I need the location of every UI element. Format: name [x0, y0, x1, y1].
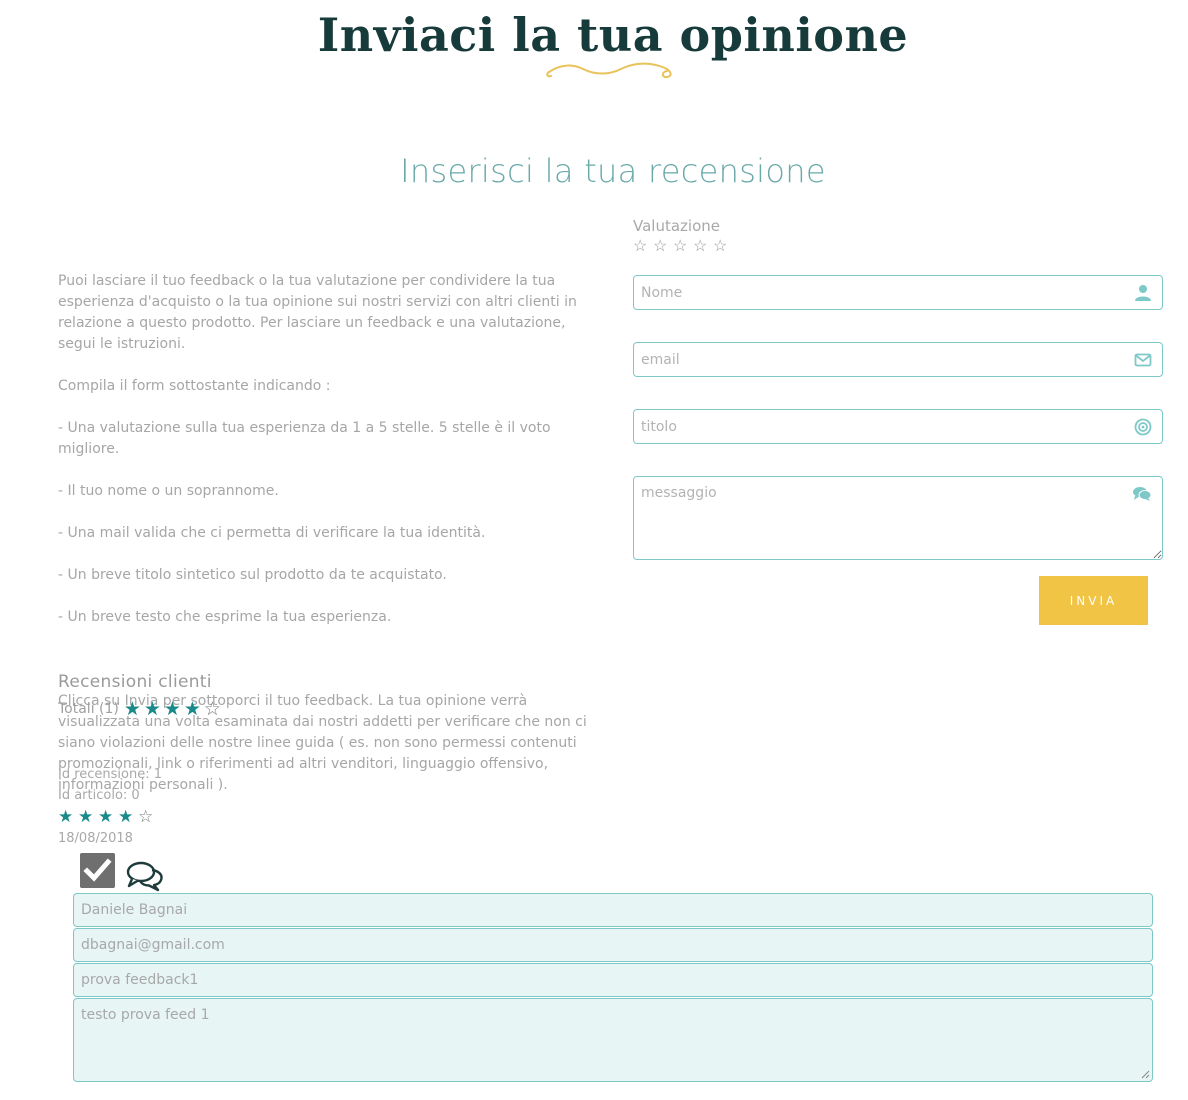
review-text: testo prova feed 1	[81, 1007, 210, 1023]
review-email-field[interactable]: dbagnai@gmail.com	[73, 928, 1153, 962]
instruction-item: - Una mail valida che ci permetta di ver…	[58, 525, 486, 541]
title-field[interactable]	[633, 409, 1163, 444]
reviews-title: Recensioni clienti	[58, 672, 212, 692]
article-id: Id articolo: 0	[58, 788, 140, 803]
email-input[interactable]	[634, 343, 1162, 376]
instruction-item: - Il tuo nome o un soprannome.	[58, 483, 279, 499]
instructions-paragraph: Puoi lasciare il tuo feedback o la tua v…	[58, 273, 577, 352]
instruction-item: - Una valutazione sulla tua esperienza d…	[58, 420, 551, 457]
rating-star-3[interactable]: ☆	[673, 237, 689, 257]
review-text-field[interactable]: testo prova feed 1	[73, 998, 1153, 1082]
review-rating-stars: ★ ★ ★ ★ ☆	[58, 807, 156, 827]
star-filled-icon: ★	[123, 698, 141, 720]
section-title: Inserisci la tua recensione	[400, 152, 826, 190]
user-icon	[1135, 285, 1151, 301]
rating-star-5[interactable]: ☆	[713, 237, 729, 257]
page-title: Inviaci la tua opinione	[317, 8, 909, 62]
star-filled-icon: ★	[78, 807, 94, 826]
star-filled-icon: ★	[58, 807, 74, 826]
rating-star-4[interactable]: ☆	[693, 237, 709, 257]
star-empty-icon: ☆	[203, 698, 221, 720]
message-field[interactable]	[633, 476, 1163, 560]
rating-star-2[interactable]: ☆	[653, 237, 669, 257]
name-field[interactable]	[633, 275, 1163, 310]
message-input[interactable]	[634, 477, 1162, 559]
flourish-divider	[546, 62, 672, 79]
review-date: 18/08/2018	[58, 831, 133, 846]
average-rating-stars: ★ ★ ★ ★ ☆	[124, 699, 222, 719]
target-icon	[1134, 418, 1152, 436]
rating-star-1[interactable]: ☆	[633, 237, 649, 257]
title-input[interactable]	[634, 410, 1162, 443]
star-filled-icon: ★	[118, 807, 134, 826]
review-id: Id recensione: 1	[58, 767, 163, 782]
star-filled-icon: ★	[163, 698, 181, 720]
envelope-icon	[1134, 353, 1152, 367]
name-input[interactable]	[634, 276, 1162, 309]
instruction-item: - Un breve testo che esprime la tua espe…	[58, 609, 392, 625]
star-filled-icon: ★	[143, 698, 161, 720]
submit-button[interactable]: INVIA	[1039, 576, 1148, 625]
review-title-field[interactable]: prova feedback1	[73, 963, 1153, 997]
totals-label: Totali (1)	[58, 701, 119, 717]
rating-input[interactable]: ☆ ☆ ☆ ☆ ☆	[633, 237, 729, 257]
email-field[interactable]	[633, 342, 1163, 377]
approve-checkbox-icon[interactable]	[80, 853, 115, 888]
instructions-text: Puoi lasciare il tuo feedback o la tua v…	[58, 250, 598, 817]
review-name-field[interactable]: Daniele Bagnai	[73, 893, 1153, 927]
reviews-totals: Totali (1) ★ ★ ★ ★ ☆	[58, 699, 222, 719]
resize-grip-icon[interactable]	[1140, 1069, 1150, 1079]
comments-icon	[1133, 487, 1152, 501]
rating-label: Valutazione	[633, 217, 720, 235]
star-filled-icon: ★	[98, 807, 114, 826]
instruction-item: - Un breve titolo sintetico sul prodotto…	[58, 567, 447, 583]
star-empty-icon: ☆	[138, 807, 154, 826]
instructions-intro: Compila il form sottostante indicando :	[58, 378, 331, 394]
comments-outline-icon[interactable]	[126, 860, 164, 892]
star-filled-icon: ★	[183, 698, 201, 720]
